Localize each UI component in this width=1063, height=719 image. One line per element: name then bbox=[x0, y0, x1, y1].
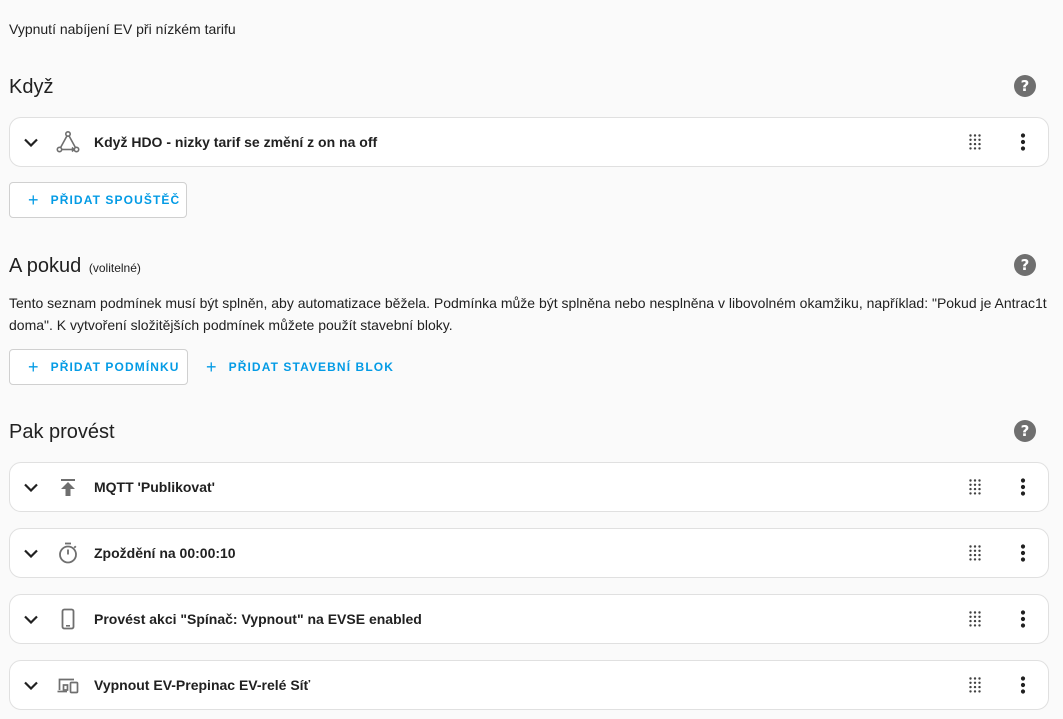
plus-icon: + bbox=[28, 357, 40, 377]
drag-handle-icon[interactable] bbox=[963, 541, 987, 565]
drag-handle-icon[interactable] bbox=[963, 673, 987, 697]
chevron-down-icon[interactable] bbox=[23, 479, 39, 495]
devices-icon bbox=[56, 673, 80, 697]
action-card[interactable]: Vypnout EV-Prepinac EV-relé Síť bbox=[9, 660, 1049, 710]
more-vert-icon[interactable] bbox=[1011, 475, 1035, 499]
plus-icon: + bbox=[206, 357, 218, 377]
add-building-block-label: PŘIDAT STAVEBNÍ BLOK bbox=[228, 360, 394, 374]
chevron-down-icon[interactable] bbox=[23, 134, 39, 150]
chevron-down-icon[interactable] bbox=[23, 611, 39, 627]
drag-handle-icon[interactable] bbox=[963, 475, 987, 499]
add-condition-label: PŘIDAT PODMÍNKU bbox=[50, 360, 180, 374]
add-trigger-label: PŘIDAT SPOUŠTĚČ bbox=[50, 193, 181, 207]
add-building-block-button[interactable]: + PŘIDAT STAVEBNÍ BLOK bbox=[197, 349, 403, 385]
actions-section-title: Pak provést bbox=[9, 421, 115, 443]
action-label: Vypnout EV-Prepinac EV-relé Síť bbox=[94, 677, 311, 693]
automation-description: Vypnutí nabíjení EV při nízkém tarifu bbox=[9, 21, 236, 37]
add-trigger-button[interactable]: + PŘIDAT SPOUŠTĚČ bbox=[9, 182, 187, 218]
conditions-description: Tento seznam podmínek musí být splněn, a… bbox=[9, 295, 1047, 333]
triggers-section-title: Když bbox=[9, 76, 54, 98]
action-card[interactable]: MQTT 'Publikovat' bbox=[9, 462, 1049, 512]
triggers-help-icon[interactable]: ? bbox=[1014, 75, 1036, 97]
optional-hint: (volitelné) bbox=[88, 261, 141, 275]
more-vert-icon[interactable] bbox=[1011, 541, 1035, 565]
plus-icon: + bbox=[28, 190, 40, 210]
more-vert-icon[interactable] bbox=[1011, 673, 1035, 697]
conditions-help-icon[interactable]: ? bbox=[1014, 254, 1036, 276]
conditions-title-text: A pokud bbox=[9, 255, 82, 277]
state-trigger-icon bbox=[56, 130, 80, 154]
action-label: Provést akci "Spínač: Vypnout" na EVSE e… bbox=[94, 611, 422, 627]
action-label: Zpoždění na 00:00:10 bbox=[94, 545, 236, 561]
actions-help-icon[interactable]: ? bbox=[1014, 420, 1036, 442]
phone-device-icon bbox=[56, 607, 80, 631]
more-vert-icon[interactable] bbox=[1011, 607, 1035, 631]
action-label: MQTT 'Publikovat' bbox=[94, 479, 215, 495]
conditions-section-title: A pokud (volitelné) bbox=[9, 255, 141, 278]
action-card[interactable]: Provést akci "Spínač: Vypnout" na EVSE e… bbox=[9, 594, 1049, 644]
drag-handle-icon[interactable] bbox=[963, 607, 987, 631]
drag-handle-icon[interactable] bbox=[963, 130, 987, 154]
action-card[interactable]: Zpoždění na 00:00:10 bbox=[9, 528, 1049, 578]
trigger-label: Když HDO - nizky tarif se změní z on na … bbox=[94, 134, 378, 150]
timer-icon bbox=[56, 541, 80, 565]
more-vert-icon[interactable] bbox=[1011, 130, 1035, 154]
publish-icon bbox=[56, 475, 80, 499]
trigger-card[interactable]: Když HDO - nizky tarif se změní z on na … bbox=[9, 117, 1049, 167]
chevron-down-icon[interactable] bbox=[23, 545, 39, 561]
add-condition-button[interactable]: + PŘIDAT PODMÍNKU bbox=[9, 349, 188, 385]
chevron-down-icon[interactable] bbox=[23, 677, 39, 693]
